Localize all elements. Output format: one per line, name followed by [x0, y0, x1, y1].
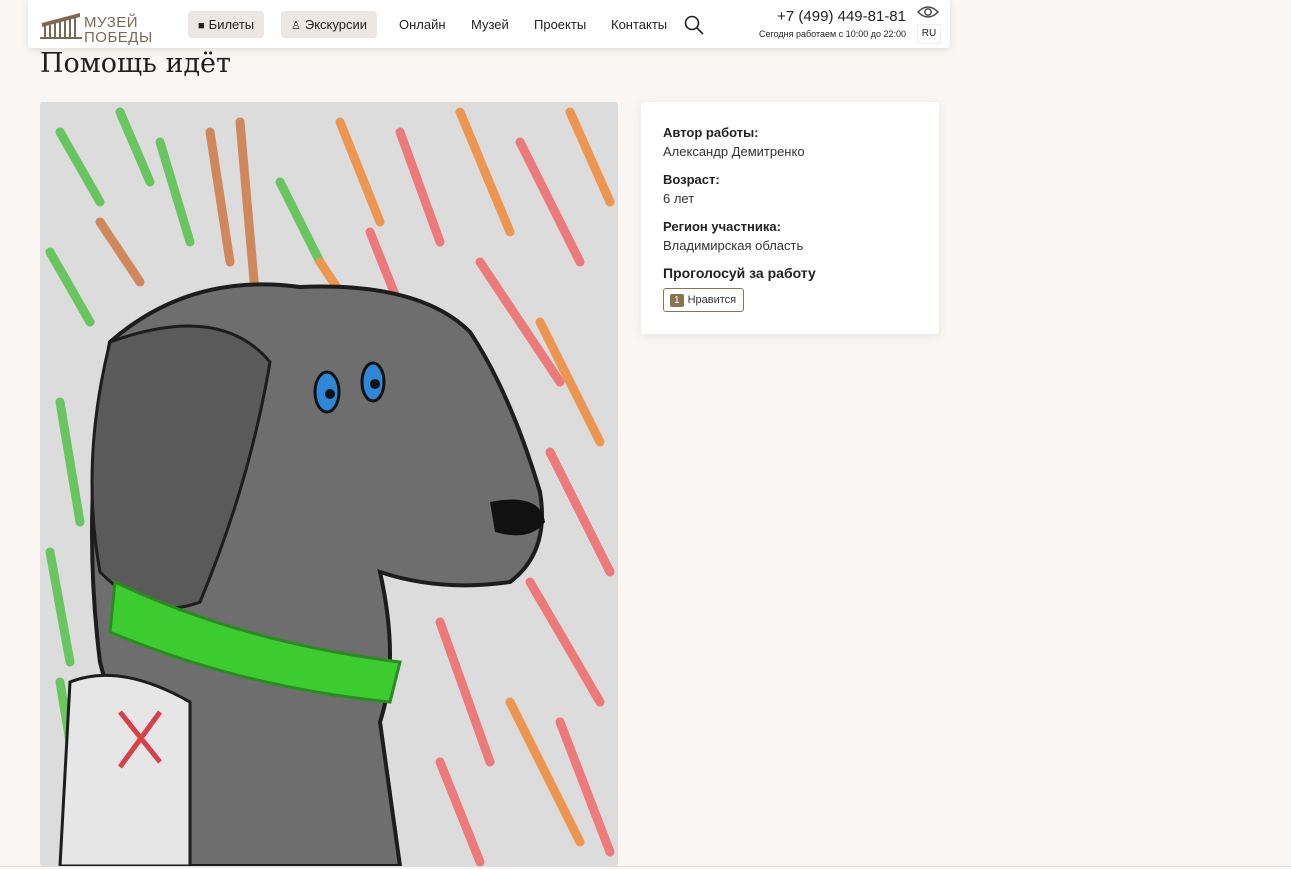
logo-colonnade-icon [40, 13, 82, 39]
like-label: Нравится [687, 294, 737, 306]
accessibility-eye-icon[interactable] [917, 4, 939, 20]
excursions-button[interactable]: ♙ Экскурсии [281, 11, 377, 38]
author-label: Автор работы: [663, 125, 759, 140]
artwork-info-card: Автор работы: Александр Демитренко Возра… [641, 102, 939, 334]
nav-online[interactable]: Онлайн [399, 11, 446, 38]
ticket-icon: ■ [198, 20, 205, 32]
language-switch[interactable]: RU [917, 24, 941, 44]
logo-text: МУЗЕЙ ПОБЕДЫ [84, 14, 153, 46]
region-block: Регион участника: Владимирская область [663, 219, 803, 253]
like-button[interactable]: 1 Нравится [663, 288, 745, 312]
working-hours: Сегодня работаем с 10:00 до 22:00 [759, 29, 906, 39]
author-block: Автор работы: Александр Демитренко [663, 125, 805, 159]
nav-contacts[interactable]: Контакты [611, 11, 667, 38]
author-value: Александр Демитренко [663, 144, 805, 159]
age-value: 6 лет [663, 191, 695, 206]
artwork-image [40, 102, 618, 866]
phone-number[interactable]: +7 (499) 449-81-81 [777, 8, 906, 25]
age-block: Возраст: 6 лет [663, 172, 720, 206]
site-header: МУЗЕЙ ПОБЕДЫ ■ Билеты ♙ Экскурсии Онлайн М… [28, 0, 950, 48]
museum-logo[interactable]: МУЗЕЙ ПОБЕДЫ [40, 9, 152, 45]
like-count: 1 [670, 293, 684, 307]
tickets-button[interactable]: ■ Билеты [188, 11, 265, 38]
nav-projects[interactable]: Проекты [534, 11, 586, 38]
dog-drawing [40, 102, 618, 866]
region-value: Владимирская область [663, 238, 804, 253]
region-label: Регион участника: [663, 219, 781, 234]
nav-museum[interactable]: Музей [471, 11, 509, 38]
bottom-divider [0, 866, 1291, 867]
search-icon[interactable] [684, 15, 704, 35]
group-icon: ♙ [291, 20, 301, 32]
page-title: Помощь идёт [40, 48, 231, 79]
age-label: Возраст: [663, 172, 720, 187]
vote-title: Проголосуй за работу [663, 265, 816, 281]
